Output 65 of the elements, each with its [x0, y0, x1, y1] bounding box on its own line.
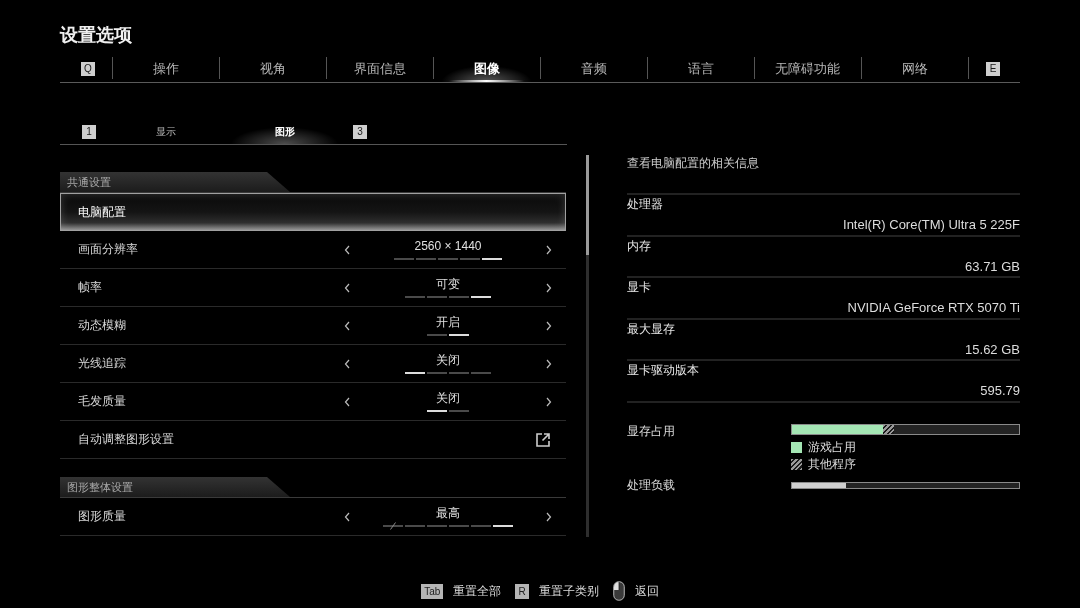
- setting-label: 光线追踪: [78, 355, 126, 372]
- setting-value: 最高: [436, 505, 460, 521]
- setting-row[interactable]: 毛发质量 关闭: [60, 383, 566, 421]
- setting-row[interactable]: 帧率 可变: [60, 269, 566, 307]
- usage-label: 显存占用: [627, 423, 675, 438]
- hint-label: 重置全部: [453, 582, 502, 600]
- key-badge: 3: [353, 125, 367, 139]
- chevron-left-icon[interactable]: [344, 244, 350, 255]
- setting-label: 毛发质量: [78, 393, 126, 410]
- spec-label: 内存: [627, 237, 651, 254]
- chevron-left-icon[interactable]: [344, 282, 350, 293]
- chevron-right-icon[interactable]: [546, 358, 552, 369]
- spec-label: 处理器: [627, 196, 663, 212]
- key-badge: R: [515, 583, 529, 599]
- subtab[interactable]: 显示: [106, 120, 225, 144]
- chevron-left-icon[interactable]: [344, 358, 350, 369]
- spec-label: 最大显存: [627, 320, 675, 337]
- setting-row[interactable]: 画面分辨率 2560 × 1440: [60, 231, 566, 269]
- setting-value: 关闭: [436, 352, 460, 368]
- spec-label: 显卡驱动版本: [627, 362, 699, 379]
- chevron-left-icon[interactable]: [344, 320, 350, 331]
- info-intro: 查看电脑配置的相关信息: [627, 155, 760, 171]
- setting-row[interactable]: 光线追踪 关闭: [60, 345, 566, 383]
- spec-value: 15.62 GB: [965, 340, 1020, 359]
- scrollbar[interactable]: [586, 155, 589, 537]
- key-badge: 1: [82, 125, 96, 139]
- hint-label: 重置子类别: [538, 582, 599, 600]
- usage-label: 处理负载: [627, 477, 675, 492]
- setting-label: 自动调整图形设置: [78, 431, 174, 448]
- setting-value: 关闭: [436, 390, 460, 406]
- key-badge: Q: [81, 61, 95, 76]
- setting-label: 图形质量: [78, 508, 126, 525]
- section-header: 图形整体设置: [60, 477, 290, 497]
- legend-label: 游戏占用: [808, 438, 856, 456]
- mouse-icon: [612, 581, 625, 601]
- spec-value: Intel(R) Core(TM) Ultra 5 225F: [843, 216, 1020, 234]
- setting-label: 画面分辨率: [78, 241, 138, 258]
- setting-value: 开启: [436, 314, 460, 330]
- setting-label: 动态模糊: [78, 317, 126, 334]
- spec-label: 显卡: [627, 279, 651, 296]
- page-title: 设置选项: [60, 24, 132, 46]
- key-badge: E: [986, 61, 1000, 76]
- spec-value: 595.79: [980, 382, 1020, 401]
- chevron-right-icon[interactable]: [546, 282, 552, 293]
- spec-value: 63.71 GB: [965, 257, 1020, 276]
- setting-label: 电脑配置: [78, 203, 126, 221]
- chevron-left-icon[interactable]: [344, 511, 350, 522]
- setting-row[interactable]: 图形质量 最高: [60, 498, 566, 536]
- chevron-right-icon[interactable]: [546, 244, 552, 255]
- setting-label: 帧率: [78, 279, 102, 296]
- setting-value: 可变: [436, 276, 460, 292]
- external-link-icon[interactable]: [536, 432, 550, 447]
- legend-label: 其他程序: [808, 455, 856, 473]
- section-header: 共通设置: [60, 172, 290, 192]
- setting-row[interactable]: 自动调整图形设置: [60, 421, 566, 459]
- key-badge: Tab: [421, 583, 444, 599]
- hint-label: 返回: [634, 582, 659, 600]
- chevron-left-icon[interactable]: [344, 396, 350, 407]
- chevron-right-icon[interactable]: [546, 320, 552, 331]
- setting-row[interactable]: 电脑配置: [60, 193, 566, 231]
- setting-value: 2560 × 1440: [414, 238, 482, 254]
- chevron-right-icon[interactable]: [546, 511, 552, 522]
- spec-value: NVIDIA GeForce RTX 5070 Ti: [847, 299, 1020, 318]
- setting-row[interactable]: 动态模糊 开启: [60, 307, 566, 345]
- chevron-right-icon[interactable]: [546, 396, 552, 407]
